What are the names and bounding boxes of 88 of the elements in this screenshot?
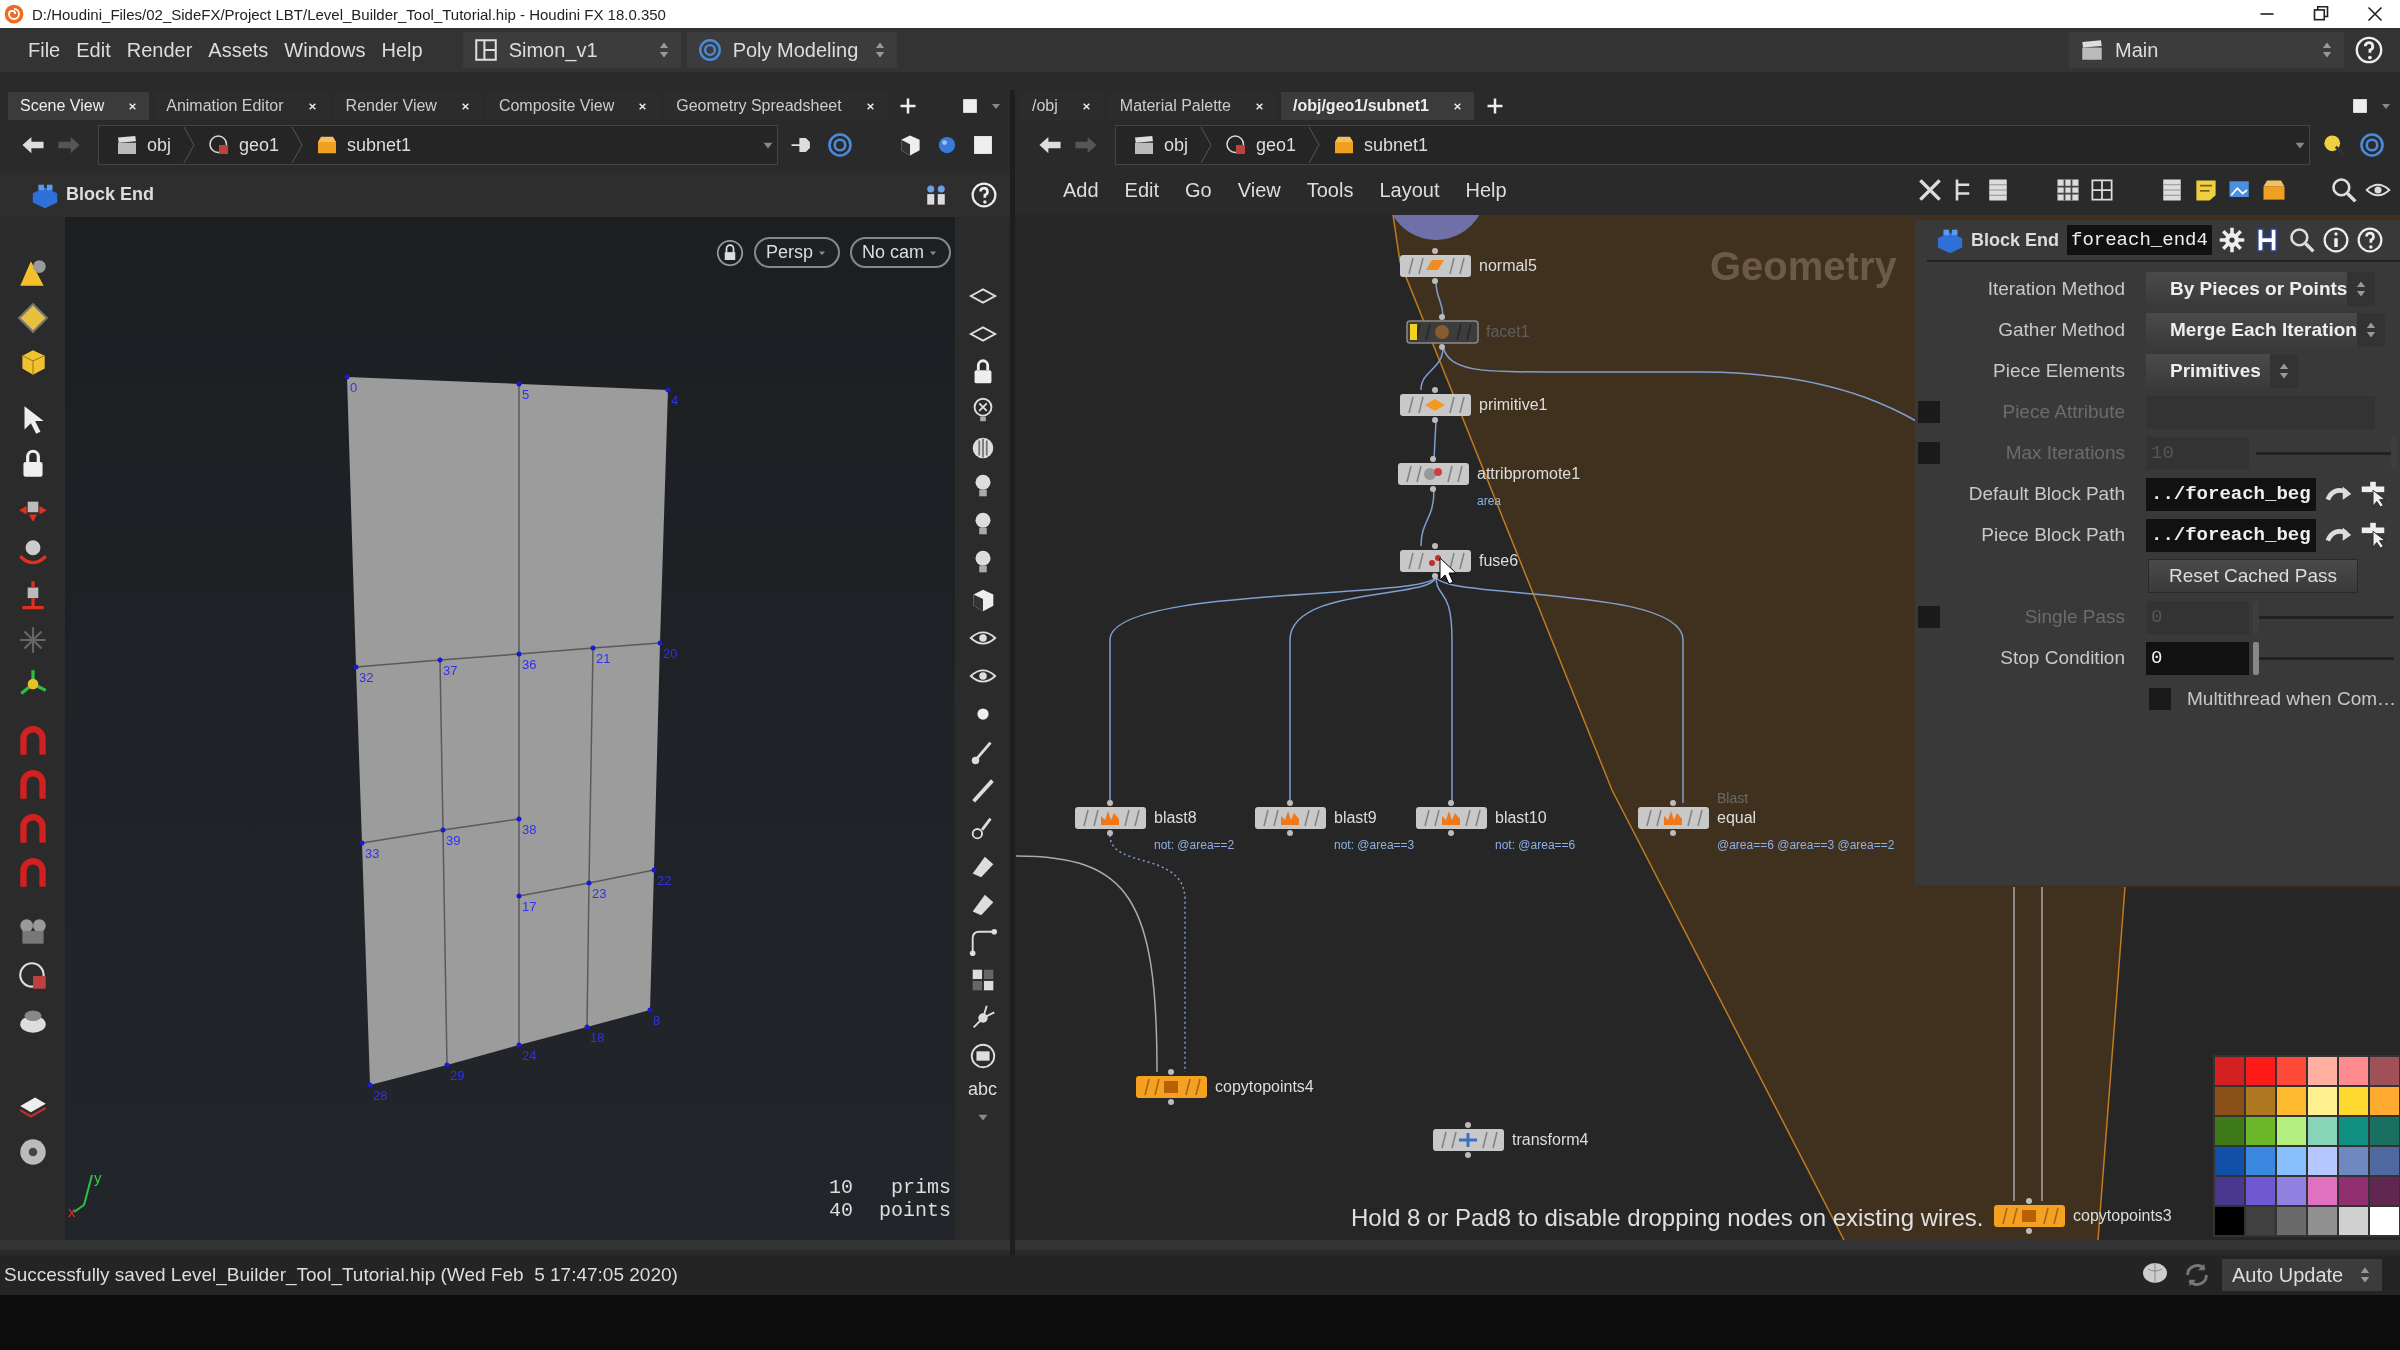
hint-message: Hold 8 or Pad8 to disable dropping nodes on existing wires. [1351,1204,1984,1231]
dropdown[interactable]: Merge Each Iteration [2146,313,2385,347]
menu-item[interactable]: Go [1175,178,1222,202]
axis-label: x [68,1203,76,1220]
path-segment[interactable]: geo1 [1218,133,1303,157]
point-number: 36 [522,657,537,672]
point-number: 20 [663,646,678,661]
menu-item[interactable]: Help [373,38,431,62]
update-mode-dropdown[interactable]: Auto Update [2222,1259,2382,1291]
point-number: 33 [365,846,380,861]
node-label: normal5 [1479,257,1537,274]
menu-item[interactable]: Add [1053,178,1109,202]
node-label: equal [1717,809,1757,826]
menu-item[interactable]: Edit [68,38,119,62]
path-segment[interactable]: obj [1126,133,1195,157]
menu-item[interactable]: View [1227,178,1291,202]
path-segment[interactable]: geo1 [201,133,286,157]
parameter-label: Piece Block Path [1980,524,2125,546]
node-name-field[interactable]: foreach_end4 [2067,225,2212,255]
path-segment[interactable]: subnet1 [309,133,418,157]
menu-item[interactable]: Layout [1369,178,1450,202]
node-label: transform4 [1512,1131,1589,1148]
parameter-label: Stop Condition [1999,647,2125,669]
node-comment: not: @area==6 [1495,838,1576,852]
desktop-dropdown[interactable]: Simon_v1 [462,32,681,68]
path-field[interactable]: ../foreach_beg [2146,477,2316,511]
axis-label: y [94,1169,102,1186]
point-number: 21 [596,651,611,666]
point-number: 5 [522,387,530,402]
menu-item[interactable]: Help [1455,178,1517,202]
dropdown[interactable]: Primitives [2146,354,2298,388]
node-label: copytopoints4 [1215,1078,1314,1095]
point-number: 17 [522,899,537,914]
reset-button[interactable]: Reset Cached Pass [2148,559,2358,593]
text-tool-button[interactable]: abc [968,1079,997,1100]
point-number: 37 [443,663,458,678]
menu-item[interactable]: File [20,38,69,62]
point-number: 29 [450,1068,465,1083]
node-comment: not: @area==2 [1154,838,1235,852]
point-number: 18 [590,1030,605,1045]
path-field[interactable]: ../foreach_beg [2146,518,2316,552]
node-label: blast8 [1154,809,1197,826]
node-type-label: Blast [1717,790,1749,806]
number-field[interactable]: 0 [2146,641,2249,675]
stat-value: 40 [828,1199,853,1222]
node-label: blast10 [1495,809,1547,826]
status-message: Successfully saved Level_Builder_Tool_Tutorial.hip (Wed Feb 5 17:47:05 2020) [4,1264,678,1286]
node-comment: @area==6 @area==3 @area==2 [1717,838,1895,852]
menu-item[interactable]: Assets [200,38,277,62]
point-number: 24 [522,1048,537,1063]
parameter-label: Default Block Path [1967,483,2125,505]
point-number: 23 [592,886,607,901]
menu-item[interactable]: Windows [276,38,374,62]
path-segment[interactable]: subnet1 [1326,133,1435,157]
operator-title: Block End [66,184,154,205]
point-number: 28 [373,1088,388,1103]
parameter-label: Gather Method [1997,319,2125,341]
node-label: fuse6 [1479,552,1519,569]
point-number: 8 [653,1013,661,1028]
point-number: 32 [359,670,374,685]
node-label: facet1 [1486,323,1530,340]
tab[interactable]: /obj/geo1/subnet1 [1280,92,1474,120]
menu-item[interactable]: Render [118,38,201,62]
tab[interactable]: Scene View [8,92,150,120]
parameter-label: Iteration Method [1986,278,2125,300]
stat-value: 10 [828,1176,853,1199]
point-number: 22 [657,873,672,888]
checkbox-label: Multithread when Com… [2187,688,2397,710]
stat-label: points [879,1199,951,1222]
view-dropdown[interactable]: Persp [753,237,840,268]
shelf-set-dropdown[interactable]: Poly Modeling [686,32,897,68]
point-number: 0 [350,380,358,395]
window-title: D:/Houdini_Files/02_SideFX/Project LBT/Level_Builder_Tool_Tutorial.hip - Houdini FX 18.0.350 [32,5,666,23]
stat-label: prims [890,1176,951,1199]
point-number: 39 [446,833,461,848]
node-label: primitive1 [1479,396,1548,413]
parameter-label: Piece Elements [1992,360,2125,382]
workspace-dropdown[interactable]: Main [2069,32,2344,68]
camera-dropdown[interactable]: No cam [850,237,951,268]
menu-item[interactable]: Edit [1114,178,1170,202]
menu-item[interactable]: Tools [1296,178,1364,202]
path-segment[interactable]: obj [109,133,178,157]
point-number: 38 [522,822,537,837]
node-comment: not: @area==3 [1334,838,1415,852]
dropdown[interactable]: By Pieces or Points [2146,272,2376,306]
node-label: blast9 [1334,809,1377,826]
point-number: 4 [671,393,679,408]
operator-type: Block End [1971,229,2059,251]
